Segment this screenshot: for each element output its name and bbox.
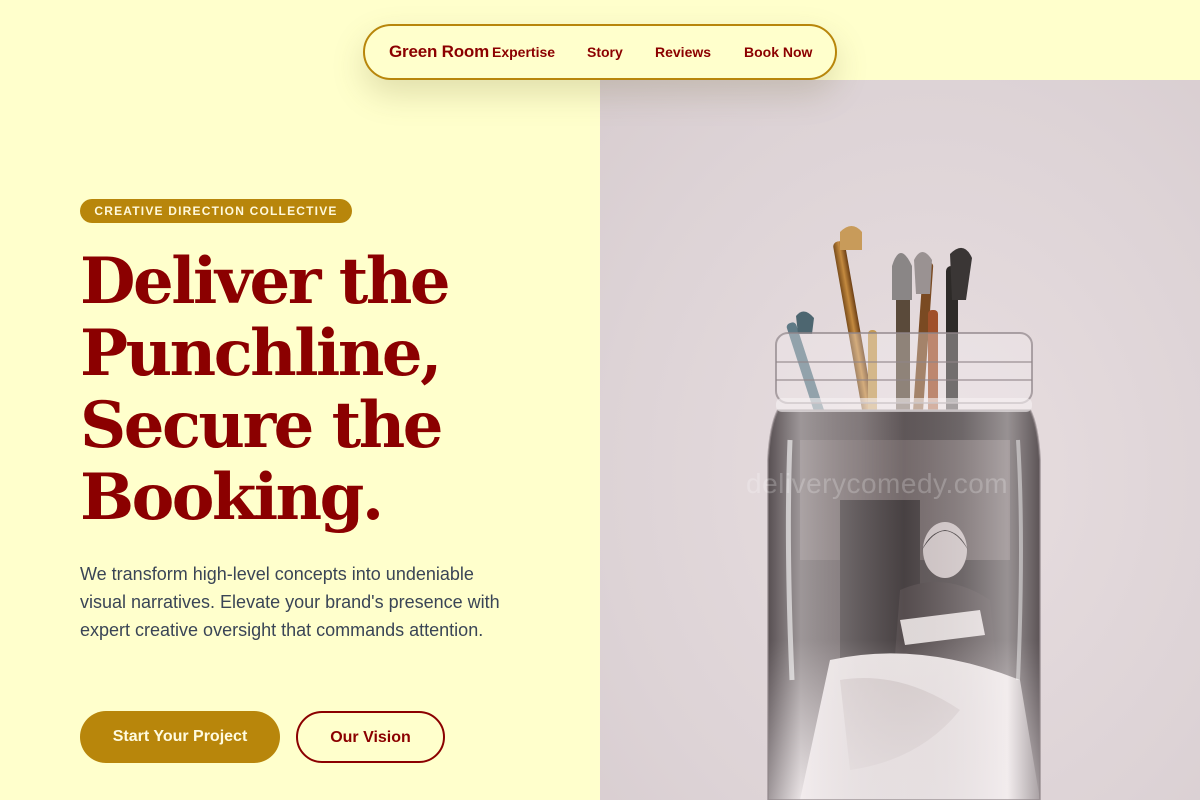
headline-line: Deliver the xyxy=(80,244,451,319)
top-nav: Green Room Expertise Story Reviews Book … xyxy=(363,24,837,80)
hero-image: deliverycomedy.com xyxy=(600,80,1200,800)
brush-jar-illustration xyxy=(767,226,1041,800)
hero-description: We transform high-level concepts into un… xyxy=(80,564,500,640)
category-badge: CREATIVE DIRECTION COLLECTIVE xyxy=(80,199,352,223)
image-watermark: deliverycomedy.com xyxy=(746,468,1009,499)
nav-link-story[interactable]: Story xyxy=(587,26,623,78)
nav-link-book-now[interactable]: Book Now xyxy=(744,26,812,78)
start-project-button[interactable]: Start Your Project xyxy=(80,711,280,763)
headline-line: Booking. xyxy=(80,460,384,535)
our-vision-button[interactable]: Our Vision xyxy=(296,711,445,763)
nav-link-expertise[interactable]: Expertise xyxy=(492,26,555,78)
brand-logo[interactable]: Green Room xyxy=(389,26,489,78)
headline-line: Secure the xyxy=(80,388,443,463)
headline-line: Punchline, xyxy=(80,316,442,391)
nav-link-reviews[interactable]: Reviews xyxy=(655,26,711,78)
hero-headline: Deliver the Punchline, Secure the Bookin… xyxy=(80,246,580,534)
